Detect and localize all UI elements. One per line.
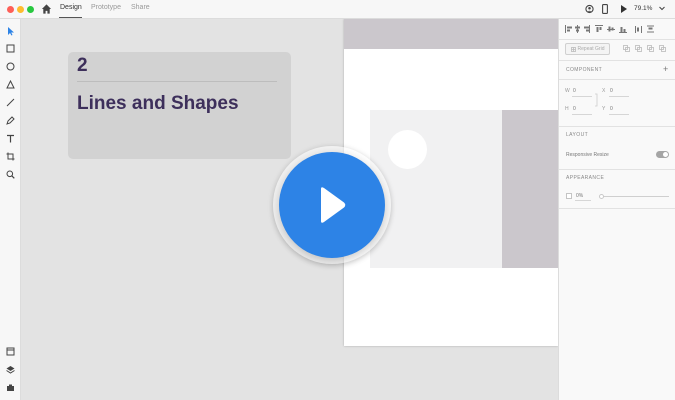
- add-component-button[interactable]: +: [663, 64, 668, 74]
- y-field[interactable]: 0: [610, 106, 613, 112]
- panel-divider: [559, 39, 675, 40]
- tab-design[interactable]: Design: [60, 4, 82, 11]
- width-label: W: [565, 88, 570, 94]
- opacity-value[interactable]: 0%: [576, 193, 583, 199]
- top-bar: Design Prototype Share 79.1%: [0, 0, 675, 19]
- component-section-label: COMPONENT: [566, 67, 603, 73]
- card-rectangle[interactable]: [370, 110, 503, 268]
- rectangle-tool[interactable]: [5, 43, 16, 54]
- x-field-underline: [609, 96, 629, 97]
- plugin-icon: [7, 384, 14, 391]
- opacity-slider-handle[interactable]: [599, 194, 604, 199]
- height-field-underline: [572, 114, 592, 115]
- minimize-window-button[interactable]: [17, 6, 24, 13]
- panel-divider: [559, 169, 675, 170]
- select-tool[interactable]: [5, 25, 16, 36]
- x-field[interactable]: 0: [610, 88, 613, 94]
- opacity-checkbox[interactable]: [566, 193, 572, 199]
- zoom-tool[interactable]: [5, 169, 16, 180]
- ellipse-icon: [6, 62, 15, 71]
- panel-divider: [559, 79, 675, 80]
- tab-share[interactable]: Share: [131, 4, 150, 11]
- rectangle-icon: [6, 44, 15, 53]
- card-circle-shape[interactable]: [388, 130, 427, 169]
- y-field-underline: [609, 114, 629, 115]
- layout-section-label: LAYOUT: [566, 132, 589, 138]
- repeat-grid-label: Repeat Grid: [577, 46, 605, 52]
- grid-icon: [570, 46, 576, 52]
- align-icons-row[interactable]: [565, 25, 670, 34]
- active-tab-indicator: [59, 17, 82, 18]
- lesson-number: 2: [77, 55, 88, 76]
- height-label: H: [565, 106, 569, 112]
- plugins-panel-button[interactable]: [5, 382, 16, 393]
- assets-icon: [6, 347, 15, 356]
- xd-window: Design Prototype Share 79.1% 2 Lines and…: [0, 0, 675, 400]
- responsive-resize-label: Responsive Resize: [566, 152, 609, 158]
- pen-tool[interactable]: [5, 115, 16, 126]
- appearance-section-label: APPEARANCE: [566, 175, 605, 181]
- x-label: X: [602, 88, 606, 94]
- artboard-header-block[interactable]: [344, 19, 558, 49]
- arrow-cursor-icon: [7, 26, 14, 35]
- lesson-title-card: 2 Lines and Shapes: [68, 52, 291, 159]
- height-field[interactable]: 0: [573, 106, 576, 112]
- lock-aspect-icon[interactable]: [594, 93, 599, 107]
- artboard-tool[interactable]: [5, 151, 16, 162]
- panel-divider: [559, 208, 675, 209]
- mobile-preview-icon[interactable]: [602, 4, 608, 14]
- width-field[interactable]: 0: [573, 88, 576, 94]
- tools-toolbar: [0, 19, 21, 400]
- play-video-button[interactable]: [279, 152, 385, 258]
- opacity-field-underline: [575, 200, 591, 201]
- repeat-grid-button[interactable]: Repeat Grid: [565, 43, 610, 55]
- property-inspector: Repeat Grid COMPONENT + W 0 X 0 H 0 Y 0: [558, 19, 675, 400]
- text-tool[interactable]: [5, 133, 16, 144]
- panel-divider: [559, 60, 675, 61]
- pen-icon: [6, 116, 15, 125]
- toggle-knob: [663, 152, 668, 157]
- tab-prototype[interactable]: Prototype: [91, 4, 121, 11]
- assets-panel-button[interactable]: [5, 346, 16, 357]
- layers-icon: [6, 366, 15, 374]
- play-preview-icon[interactable]: [620, 4, 628, 14]
- width-field-underline: [572, 96, 592, 97]
- y-label: Y: [602, 106, 606, 112]
- card-side-rectangle[interactable]: [502, 110, 558, 268]
- chevron-down-icon[interactable]: [659, 6, 665, 11]
- line-tool[interactable]: [5, 97, 16, 108]
- layers-panel-button[interactable]: [5, 364, 16, 375]
- text-icon: [7, 134, 14, 143]
- home-icon[interactable]: [41, 3, 52, 15]
- maximize-window-button[interactable]: [27, 6, 34, 13]
- design-canvas[interactable]: 2 Lines and Shapes: [21, 19, 558, 400]
- user-icon[interactable]: [585, 4, 594, 14]
- artboard-icon: [6, 152, 15, 161]
- line-icon: [6, 98, 15, 107]
- magnifier-icon: [6, 170, 15, 179]
- play-icon: [321, 187, 346, 223]
- ellipse-tool[interactable]: [5, 61, 16, 72]
- boolean-ops-icons[interactable]: [623, 45, 669, 53]
- lesson-title: Lines and Shapes: [77, 93, 239, 114]
- zoom-level[interactable]: 79.1%: [634, 5, 652, 12]
- triangle-icon: [6, 80, 15, 89]
- close-window-button[interactable]: [7, 6, 14, 13]
- opacity-slider[interactable]: [603, 196, 669, 197]
- lesson-divider: [77, 81, 277, 82]
- panel-divider: [559, 126, 675, 127]
- polygon-tool[interactable]: [5, 79, 16, 90]
